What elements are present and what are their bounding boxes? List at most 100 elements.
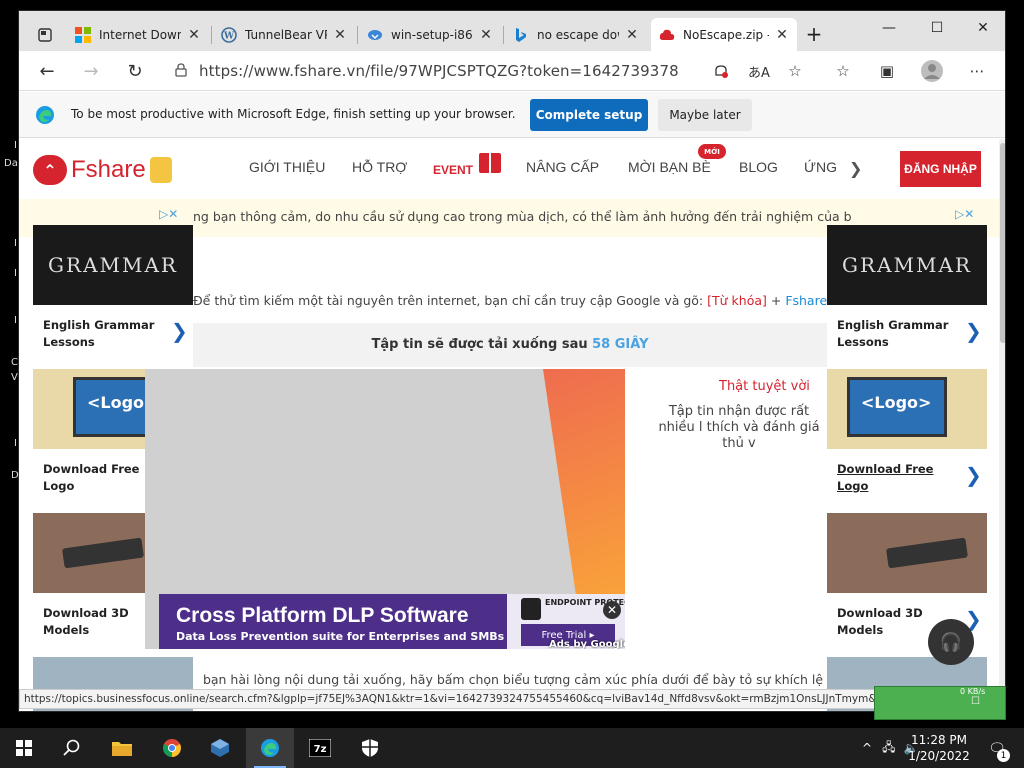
side-ad-right-grammar[interactable]: GRAMMAR English Grammar Lessons ❯ — [827, 225, 987, 363]
tab-internet-download[interactable]: Internet Downl ✕ — [67, 18, 209, 51]
clock[interactable]: 11:28 PM 1/20/2022 — [908, 732, 970, 764]
edge-logo-icon — [36, 106, 54, 124]
new-tab-button[interactable]: + — [799, 21, 829, 47]
tab-bar: Internet Downl ✕ W TunnelBear VP ✕ win-s… — [19, 11, 1005, 51]
file-explorer-button[interactable] — [98, 728, 146, 768]
desktop-icon-label[interactable]: C — [11, 357, 18, 368]
chevron-right-icon: ❯ — [965, 463, 982, 487]
tab-close-icon[interactable]: ✕ — [479, 27, 493, 43]
tab-close-icon[interactable]: ✕ — [187, 27, 201, 43]
browser-window: Internet Downl ✕ W TunnelBear VP ✕ win-s… — [18, 10, 1006, 712]
back-button[interactable]: ← — [33, 57, 61, 85]
tab-tunnelbear[interactable]: W TunnelBear VP ✕ — [213, 18, 355, 51]
maybe-later-button[interactable]: Maybe later — [658, 99, 752, 131]
nav-ho-tro[interactable]: HỖ TRỢ — [352, 159, 407, 175]
desktop-icon-label[interactable]: V — [11, 372, 18, 383]
desktop-icon-label[interactable]: I — [14, 315, 17, 326]
microsoft-logo-icon — [75, 26, 91, 43]
tracking-prevention-icon[interactable] — [708, 58, 734, 84]
gift-icon[interactable] — [479, 153, 501, 173]
tab-bing-search[interactable]: no escape dow ✕ — [505, 18, 647, 51]
nav-gioi-thieu[interactable]: GIỚI THIỆU — [249, 159, 325, 175]
search-tip-keyword: [Từ khóa] — [707, 293, 767, 308]
fshare-logo[interactable]: ⌃ Fshare — [33, 147, 183, 193]
maximize-button[interactable]: ☐ — [915, 15, 959, 41]
wordpress-icon: W — [221, 26, 237, 43]
refresh-button[interactable]: ↻ — [121, 57, 149, 85]
tab-label: win-setup-i864 — [391, 27, 473, 42]
chevron-up-icon[interactable]: ^ — [862, 741, 872, 755]
forward-button[interactable]: → — [77, 57, 105, 85]
nav-ung-dung[interactable]: ỨNG — [804, 159, 837, 175]
nav-scroll-right-icon[interactable]: ❯ — [849, 159, 862, 178]
search-icon — [63, 739, 80, 756]
traffic-light-icon — [521, 598, 541, 620]
lock-icon[interactable] — [175, 63, 187, 77]
ad-caption: Download Free Logo — [837, 462, 934, 493]
ad-image: GRAMMAR — [827, 225, 987, 305]
7zip-button[interactable]: 7z — [296, 728, 344, 768]
logo-text: Fshare — [71, 156, 146, 183]
desktop-icon-label[interactable]: I — [14, 140, 17, 151]
tab-close-icon[interactable]: ✕ — [775, 27, 789, 43]
collections-icon[interactable]: ▣ — [874, 58, 900, 84]
minimize-button[interactable]: — — [867, 15, 911, 41]
windows-logo-icon — [16, 740, 32, 756]
complete-setup-button[interactable]: Complete setup — [530, 99, 648, 131]
tab-close-icon[interactable]: ✕ — [333, 27, 347, 43]
refresh-icon: ↻ — [127, 60, 143, 82]
nav-nang-cap[interactable]: NÂNG CẤP — [526, 159, 599, 175]
nav-event[interactable]: EVENT — [433, 163, 473, 177]
ad-image: GRAMMAR — [33, 225, 193, 305]
chrome-button[interactable] — [148, 728, 196, 768]
ad-caption: English Grammar Lessons — [837, 318, 949, 349]
close-window-button[interactable]: ✕ — [961, 15, 1005, 41]
ad-caption: English Grammar Lessons — [43, 318, 155, 349]
video-ad[interactable]: Cross Platform DLP Software Data Loss Pr… — [145, 369, 625, 649]
fshare-cloud-icon: ⌃ — [33, 155, 67, 185]
desktop-icon-label[interactable]: Da — [4, 158, 18, 169]
virtualbox-icon — [211, 739, 229, 757]
tab-actions-button[interactable] — [29, 18, 59, 51]
countdown-prefix: Tập tin sẽ được tải xuống sau — [371, 337, 593, 352]
scrollbar-thumb[interactable] — [1000, 143, 1005, 343]
new-badge: MỚI — [698, 144, 726, 159]
start-button[interactable] — [0, 728, 48, 768]
desktop-icon-label[interactable]: I — [14, 268, 17, 279]
chevron-right-icon: ❯ — [965, 319, 982, 343]
more-options-icon[interactable]: ⋯ — [964, 58, 990, 84]
tab-noescape-active[interactable]: NoEscape.zip - ✕ — [651, 18, 797, 51]
adchoices-icon[interactable]: ▷✕ — [159, 207, 178, 221]
profile-avatar[interactable] — [919, 58, 945, 84]
edge-icon — [261, 739, 279, 757]
tab-close-icon[interactable]: ✕ — [625, 27, 639, 43]
virtualbox-button[interactable] — [196, 728, 244, 768]
notification-center-button[interactable]: 🗨 1 — [984, 736, 1010, 762]
nav-blog[interactable]: BLOG — [739, 159, 778, 175]
security-button[interactable] — [346, 728, 394, 768]
address-bar-row: ← → ↻ https://www.fshare.vn/file/97WPJCS… — [19, 51, 1005, 91]
edge-button[interactable] — [246, 728, 294, 768]
tab-win-setup[interactable]: win-setup-i864 ✕ — [359, 18, 501, 51]
close-ad-button[interactable]: ✕ — [603, 601, 621, 619]
download-countdown-panel: Tập tin sẽ được tải xuống sau 58 GIÂY — [193, 323, 827, 367]
read-aloud-icon[interactable]: あA — [746, 58, 772, 84]
login-button[interactable]: ĐĂNG NHẬP — [900, 151, 981, 187]
network-speed-widget[interactable]: 0 KB/s ☐ — [874, 686, 1006, 720]
ad-image: <Logo> — [827, 369, 987, 449]
desktop-icon-label[interactable]: I — [14, 238, 17, 249]
support-headset-button[interactable]: 🎧 — [928, 619, 974, 665]
favorites-icon[interactable]: ☆ — [830, 58, 856, 84]
thanks-title: Thật tuyệt vời — [719, 379, 810, 394]
adchoices-icon[interactable]: ▷✕ — [955, 207, 974, 221]
ad-banner[interactable]: Cross Platform DLP Software Data Loss Pr… — [159, 594, 507, 649]
side-ad-right-logo[interactable]: <Logo> Download Free Logo ❯ — [827, 369, 987, 507]
nav-moi-ban-be[interactable]: MỜI BẠN BÈ — [628, 159, 711, 175]
ads-by-google-label[interactable]: Ads by Google — [549, 639, 625, 649]
network-icon[interactable]: 🖧 — [882, 738, 895, 759]
side-ad-left-grammar[interactable]: GRAMMAR English Grammar Lessons ❯ — [33, 225, 193, 363]
search-button[interactable] — [48, 728, 96, 768]
bing-icon — [513, 27, 529, 43]
desktop-icon-label[interactable]: I — [14, 438, 17, 449]
add-favorite-icon[interactable]: ☆ — [782, 58, 808, 84]
